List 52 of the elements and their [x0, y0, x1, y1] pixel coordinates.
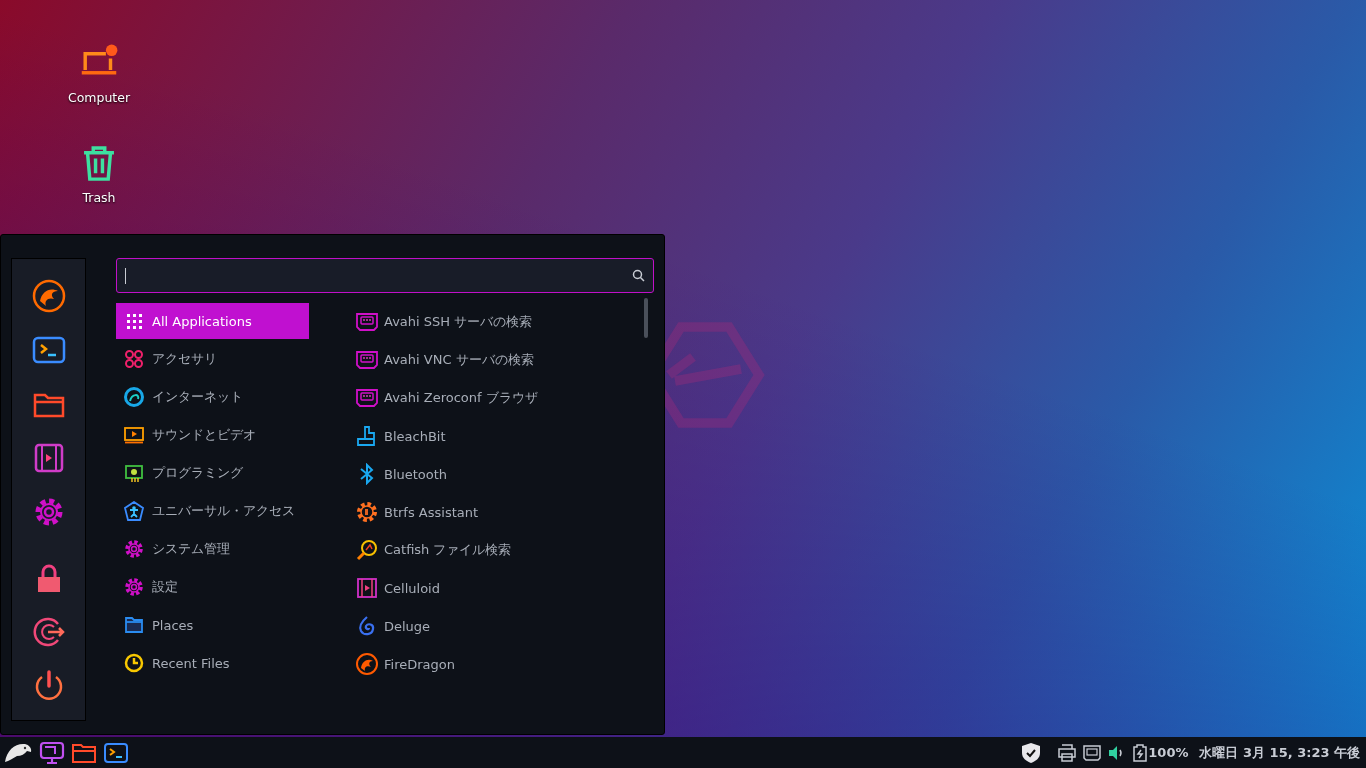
- network-device-icon: [356, 387, 378, 409]
- app-item[interactable]: Catfish ファイル検索: [356, 531, 538, 569]
- circuit-board-icon: [124, 463, 144, 483]
- category-item[interactable]: All Applications: [116, 303, 309, 339]
- magnifier-icon: [356, 539, 378, 561]
- network-device-icon[interactable]: [1083, 743, 1102, 762]
- terminal-icon[interactable]: [103, 740, 129, 765]
- scrollbar[interactable]: [644, 298, 648, 338]
- desktop-icon-label[interactable]: Computer: [67, 90, 131, 105]
- printer-icon[interactable]: [1058, 743, 1077, 762]
- search-icon: [632, 269, 645, 282]
- category-item[interactable]: ユニバーサル・アクセス: [116, 493, 309, 529]
- shield-icon[interactable]: [1021, 741, 1042, 764]
- category-item[interactable]: Recent Files: [116, 645, 309, 681]
- network-device-icon: [356, 311, 378, 333]
- grid-icon: [124, 311, 144, 331]
- settings-icon: [124, 577, 144, 597]
- battery-percentage: 100%: [1148, 745, 1189, 760]
- app-item[interactable]: Bluetooth: [356, 455, 538, 493]
- category-item[interactable]: Places: [116, 607, 309, 643]
- clock-icon: [124, 653, 144, 673]
- film-icon: [356, 577, 378, 599]
- four-circles-icon: [124, 349, 144, 369]
- app-item[interactable]: Avahi SSH サーバの検索: [356, 303, 538, 341]
- settings-icon: [124, 539, 144, 559]
- search-field[interactable]: [116, 258, 654, 293]
- clock[interactable]: 水曜日 3月 15, 3:23 午後: [1199, 743, 1360, 762]
- app-item[interactable]: BleachBit: [356, 417, 538, 455]
- app-item[interactable]: FireDragon: [356, 645, 538, 683]
- logout-icon[interactable]: [31, 615, 66, 649]
- dragon-icon: [356, 653, 378, 675]
- app-item[interactable]: Btrfs Assistant: [356, 493, 538, 531]
- category-item[interactable]: プログラミング: [116, 455, 309, 491]
- category-item[interactable]: システム管理: [116, 531, 309, 567]
- folder-icon: [124, 615, 144, 635]
- accessibility-icon: [124, 501, 144, 521]
- category-item[interactable]: 設定: [116, 569, 309, 605]
- app-item[interactable]: Avahi Zeroconf ブラウザ: [356, 379, 538, 417]
- network-device-icon: [356, 349, 378, 371]
- category-item[interactable]: アクセサリ: [116, 341, 309, 377]
- app-item[interactable]: Deluge: [356, 607, 538, 645]
- desktop-icon-label[interactable]: Trash: [82, 190, 116, 205]
- dragon-icon[interactable]: [31, 279, 66, 313]
- app-item[interactable]: Avahi VNC サーバの検索: [356, 341, 538, 379]
- category-item[interactable]: インターネット: [116, 379, 309, 415]
- video-screen-icon: [124, 425, 144, 445]
- category-item[interactable]: サウンドとビデオ: [116, 417, 309, 453]
- app-item[interactable]: Celluloid: [356, 569, 538, 607]
- monitor-icon[interactable]: [39, 740, 65, 765]
- brush-icon: [356, 425, 378, 447]
- gear-icon: [356, 501, 378, 523]
- battery-charging-icon[interactable]: [1133, 743, 1148, 762]
